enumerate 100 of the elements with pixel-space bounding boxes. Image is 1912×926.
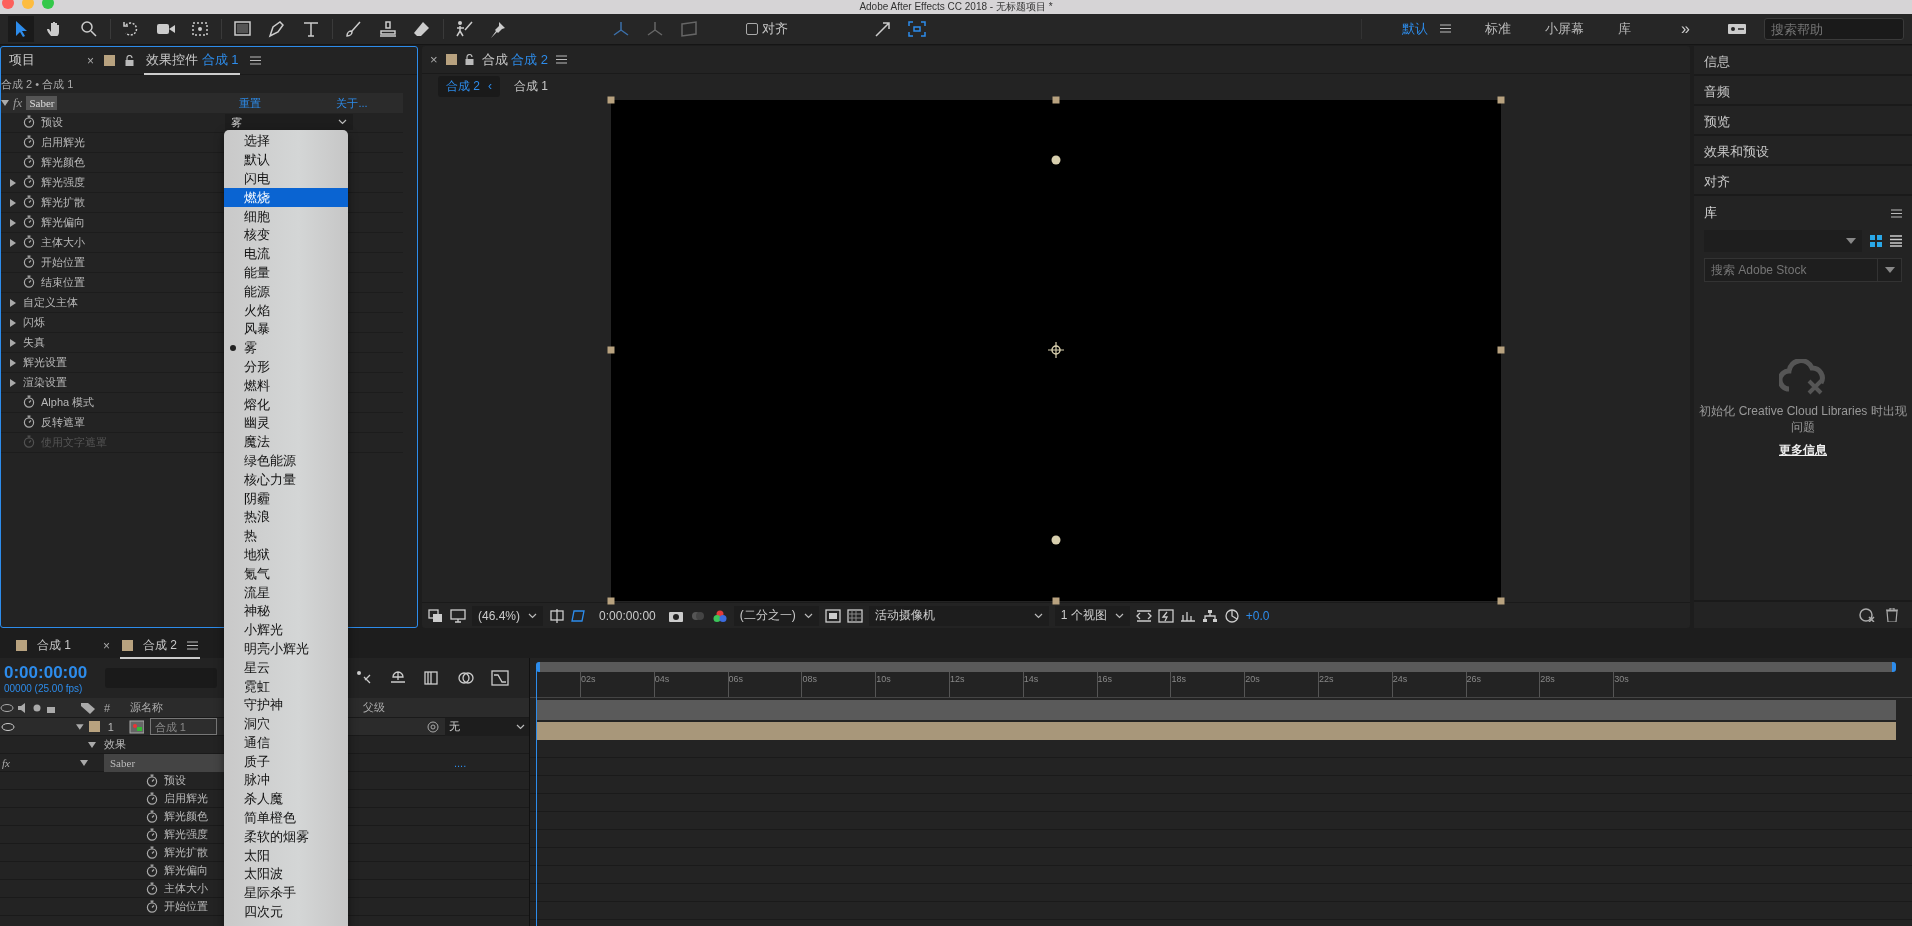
lock-icon[interactable] [125, 55, 134, 66]
resolution-icon[interactable] [549, 608, 566, 623]
close-tab-icon[interactable]: × [430, 52, 438, 67]
layer-handle[interactable] [607, 597, 615, 604]
selection-tool-icon[interactable] [8, 16, 34, 42]
menu-item[interactable]: 明亮小辉光 [224, 639, 348, 659]
stopwatch-icon[interactable] [23, 115, 35, 128]
workspace-tab[interactable]: 默认 [1402, 20, 1463, 38]
channel-icon[interactable] [711, 608, 728, 623]
view-layout-dropdown[interactable]: 1 个视图 [1054, 605, 1130, 626]
expand-triangle-icon[interactable] [9, 198, 17, 207]
menu-item[interactable]: 热浪 [224, 507, 348, 527]
timeline-tab[interactable]: 合成 2 [120, 634, 201, 659]
menu-item[interactable]: 阴霾 [224, 489, 348, 508]
workspace-tab[interactable]: 小屏幕 [1545, 20, 1619, 38]
menu-item[interactable]: 熔化 [224, 395, 348, 414]
zoom-dropdown[interactable]: (46.4%) [472, 605, 544, 626]
stopwatch-icon[interactable] [146, 828, 158, 841]
stopwatch-icon[interactable] [146, 792, 158, 805]
layer-handle[interactable] [607, 346, 615, 354]
stopwatch-icon[interactable] [23, 135, 35, 148]
more-info-link[interactable]: 更多信息 [1773, 441, 1833, 460]
caret-icon[interactable] [1033, 612, 1043, 619]
menu-item[interactable]: 星云 [224, 658, 348, 678]
stopwatch-icon[interactable] [23, 175, 35, 188]
menu-item[interactable]: 柔软的烟雾 [224, 827, 348, 847]
camera-dropdown[interactable]: 活动摄像机 [868, 605, 1049, 626]
menu-item[interactable]: 能量 [224, 263, 348, 283]
current-time[interactable]: 0:00:00:00 [593, 608, 662, 623]
expand-triangle-icon[interactable] [9, 178, 17, 187]
menu-item[interactable]: 流星 [224, 583, 348, 602]
comp-tab[interactable]: 合成 1 [506, 75, 557, 97]
menu-item[interactable]: 星际杀手 [224, 883, 348, 903]
menu-item[interactable]: 杀人魔 [224, 789, 348, 809]
graph-editor-icon[interactable] [491, 670, 509, 686]
menu-item[interactable]: 氪气 [224, 564, 348, 584]
effect-group-label[interactable]: 渲染设置 [23, 375, 67, 390]
lock-icon[interactable] [464, 54, 474, 65]
stopwatch-icon[interactable] [23, 255, 35, 268]
effect-toggle[interactable]: fx [0, 756, 80, 769]
resolution-dropdown[interactable]: (二分之一) [733, 605, 819, 626]
panel-menu-icon[interactable] [250, 56, 262, 65]
search-help-field[interactable]: 搜索帮助 [1764, 18, 1904, 40]
time-ruler[interactable]: 02s 04s 06s 08s 10s 12s 14s 16s 18s 20s 22s 24s 26s 28s 30s [530, 672, 1912, 698]
menu-item[interactable]: 细胞 [224, 207, 348, 226]
anchor-point-icon[interactable] [1048, 342, 1064, 358]
shy-icon[interactable] [389, 670, 407, 686]
menu-item[interactable]: 质子 [224, 752, 348, 772]
monitor-icon[interactable] [450, 608, 466, 623]
stopwatch-icon[interactable] [146, 810, 158, 823]
layer-handle[interactable] [1497, 346, 1505, 354]
panel-tab[interactable]: 效果控件 合成 1 [144, 47, 241, 75]
menu-item[interactable]: 能源 [224, 282, 348, 302]
mask-path-icon[interactable] [571, 608, 588, 623]
always-preview-icon[interactable] [428, 608, 444, 623]
panel-header[interactable]: 预览 [1694, 106, 1912, 136]
menu-item[interactable]: 默认 [224, 150, 348, 170]
caret-icon[interactable] [516, 723, 525, 730]
reset-link[interactable]: .... [454, 756, 467, 769]
menu-item[interactable]: 地狱 [224, 545, 348, 565]
toggle-pixel-aspect-icon[interactable] [1135, 608, 1152, 623]
collapse-triangle-icon[interactable] [1, 99, 9, 107]
layer-handle[interactable] [1497, 597, 1505, 604]
transparency-grid-icon[interactable] [846, 608, 863, 623]
panel-tab[interactable]: 项目 [7, 47, 37, 75]
menu-item[interactable]: 简单橙色 [224, 808, 348, 828]
menu-item[interactable]: 电流 [224, 244, 348, 264]
panel-header[interactable]: 信息 [1694, 46, 1912, 76]
menu-item[interactable]: 守护神 [224, 695, 348, 715]
fast-preview-icon[interactable] [1157, 608, 1174, 623]
panel-header[interactable]: 效果和预设 [1694, 136, 1912, 166]
label-column-icon[interactable] [80, 701, 96, 714]
menu-item[interactable]: 霓虹 [224, 677, 348, 696]
effect-group-label[interactable]: 闪烁 [23, 315, 45, 330]
motion-blur-icon[interactable] [457, 670, 475, 686]
snap-checkbox[interactable]: 对齐 [740, 19, 794, 39]
menu-item[interactable]: 魔法 [224, 432, 348, 452]
stopwatch-icon[interactable] [146, 864, 158, 877]
menu-item[interactable]: 核变 [224, 226, 348, 245]
reset-exposure-icon[interactable] [1223, 608, 1240, 623]
stopwatch-icon[interactable] [23, 215, 35, 228]
reset-link[interactable]: 重置 [239, 95, 262, 111]
stopwatch-icon[interactable] [23, 195, 35, 208]
menu-item[interactable]: 风暴 [224, 319, 348, 339]
panel-header[interactable]: 音频 [1694, 76, 1912, 106]
expand-triangle-icon[interactable] [9, 238, 17, 247]
menu-item[interactable]: 闪电 [224, 169, 348, 189]
close-tab-icon[interactable]: × [103, 639, 111, 653]
panel-menu-icon[interactable] [1891, 208, 1902, 218]
menu-item[interactable]: 核心力量 [224, 470, 348, 490]
expand-triangle-icon[interactable] [9, 338, 17, 347]
panel-header[interactable]: 对齐 [1694, 166, 1912, 196]
menu-item[interactable]: 选择 [224, 132, 348, 151]
frame-blending-icon[interactable] [423, 670, 441, 686]
workspace-tab[interactable]: 标准 [1485, 20, 1546, 38]
layer-handle[interactable] [607, 96, 615, 103]
menu-item[interactable]: 火焰 [224, 301, 348, 320]
stopwatch-icon[interactable] [23, 235, 35, 248]
stock-search-field[interactable]: 搜索 Adobe Stock [1704, 258, 1878, 282]
more-workspaces-button[interactable]: » [1675, 19, 1696, 39]
